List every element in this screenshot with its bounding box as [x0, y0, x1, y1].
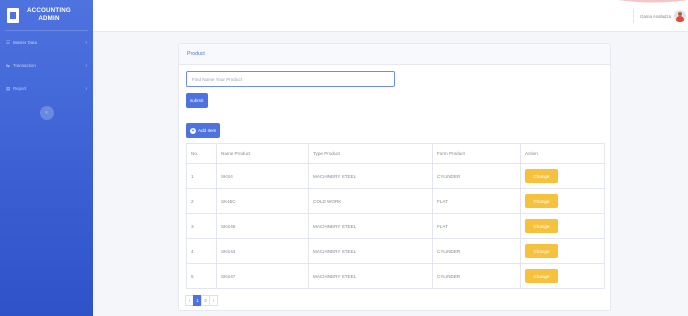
- user-name: Gama Anafadza: [640, 13, 671, 19]
- cell-type: COLD WORK: [308, 188, 433, 214]
- change-button[interactable]: Change: [525, 194, 558, 208]
- table-row: 3 SKS46 MACHINERY STEEL FLAT Change: [186, 213, 605, 239]
- cell-action: Change: [520, 163, 605, 189]
- chevron-right-icon: ›: [85, 39, 87, 46]
- cell-no: 1: [186, 163, 217, 189]
- change-button[interactable]: Change: [525, 169, 558, 183]
- product-table: No. Name Product Type Product Form Produ…: [186, 143, 605, 289]
- sidebar-item-report[interactable]: ▤ Report ›: [0, 77, 93, 100]
- brand-title-line2: ADMIN: [38, 15, 60, 22]
- product-card: Product submit + Add Item No. Name Produ…: [178, 43, 611, 311]
- avatar: [674, 10, 686, 22]
- cell-type: MACHINERY STEEL: [308, 263, 433, 289]
- cell-type: MACHINERY STEEL: [308, 213, 433, 239]
- cell-form: FLAT: [432, 213, 521, 239]
- sidebar-item-master-data[interactable]: ☰ Master Data ›: [0, 31, 93, 54]
- cell-no: 3: [186, 213, 217, 239]
- column-header-type: Type Product: [308, 143, 433, 164]
- chevron-right-icon: ›: [85, 85, 87, 92]
- sidebar-item-label: Report: [13, 86, 27, 91]
- cell-no: 5: [186, 263, 217, 289]
- sidebar-item-transaction[interactable]: ⇆ Transaction ›: [0, 54, 93, 77]
- pagination-next-button[interactable]: ›: [209, 295, 218, 306]
- exchange-icon: ⇆: [6, 62, 10, 68]
- change-button[interactable]: Change: [525, 244, 558, 258]
- sidebar: ACCOUNTING ADMIN ☰ Master Data › ⇆ Trans…: [0, 0, 93, 316]
- brand-text: ACCOUNTING ADMIN: [27, 7, 71, 23]
- cell-action: Change: [520, 213, 605, 239]
- cell-form: FLAT: [432, 188, 521, 214]
- page-title: Product: [187, 51, 205, 57]
- table-row: 2 SK45C COLD WORK FLAT Change: [186, 188, 605, 214]
- cell-name: SKS46: [216, 213, 309, 239]
- add-item-label: Add Item: [198, 128, 217, 133]
- topbar-divider: [633, 9, 635, 23]
- folder-icon: ☰: [6, 39, 11, 45]
- cell-name: SKS44: [216, 238, 309, 264]
- table-header-row: No. Name Product Type Product Form Produ…: [186, 143, 605, 164]
- table-row: 5 SKS47 MACHINERY STEEL CYLINDER Change: [186, 263, 605, 289]
- cell-name: SKS47: [216, 263, 309, 289]
- sidebar-toggle-button[interactable]: ‹: [39, 106, 54, 120]
- column-header-no: No.: [186, 143, 217, 164]
- cell-form: CYLINDER: [432, 238, 521, 264]
- chevron-right-icon: ›: [85, 62, 87, 69]
- cell-form: CYLINDER: [432, 263, 521, 289]
- brand-logo-icon: [7, 7, 19, 23]
- cell-no: 2: [186, 188, 217, 214]
- card-body: submit + Add Item: [179, 65, 610, 138]
- cell-action: Change: [520, 263, 605, 289]
- sidebar-item-label: Transaction: [13, 63, 36, 68]
- cell-no: 4: [186, 238, 217, 264]
- sidebar-brand[interactable]: ACCOUNTING ADMIN: [0, 0, 93, 30]
- column-header-name: Name Product: [216, 143, 309, 164]
- brand-title-line1: ACCOUNTING: [27, 7, 71, 14]
- cell-name: SK45C: [216, 188, 309, 214]
- add-item-button[interactable]: + Add Item: [186, 123, 221, 138]
- cell-type: MACHINERY STEEL: [308, 238, 433, 264]
- plus-circle-icon: +: [190, 127, 196, 134]
- card-header: Product: [179, 44, 610, 65]
- column-header-action: Action: [520, 143, 605, 164]
- cell-name: SKS4: [216, 163, 309, 189]
- submit-button[interactable]: submit: [186, 93, 208, 108]
- sidebar-item-label: Master Data: [13, 40, 37, 45]
- cell-form: CYLINDER: [432, 163, 521, 189]
- table-row: 4 SKS44 MACHINERY STEEL CYLINDER Change: [186, 238, 605, 264]
- user-menu[interactable]: Gama Anafadza: [633, 9, 688, 23]
- column-header-form: Form Product: [432, 143, 521, 164]
- pagination: ‹ 1 2 ›: [185, 295, 218, 306]
- cell-action: Change: [520, 238, 605, 264]
- change-button[interactable]: Change: [525, 269, 558, 283]
- table-row: 1 SKS4 MACHINERY STEEL CYLINDER Change: [186, 163, 605, 189]
- decorative-swoosh: [618, 0, 688, 3]
- report-icon: ▤: [6, 85, 11, 91]
- topbar: Gama Anafadza: [93, 0, 688, 32]
- search-input[interactable]: [186, 71, 395, 87]
- change-button[interactable]: Change: [525, 219, 558, 233]
- cell-action: Change: [520, 188, 605, 214]
- cell-type: MACHINERY STEEL: [308, 163, 433, 189]
